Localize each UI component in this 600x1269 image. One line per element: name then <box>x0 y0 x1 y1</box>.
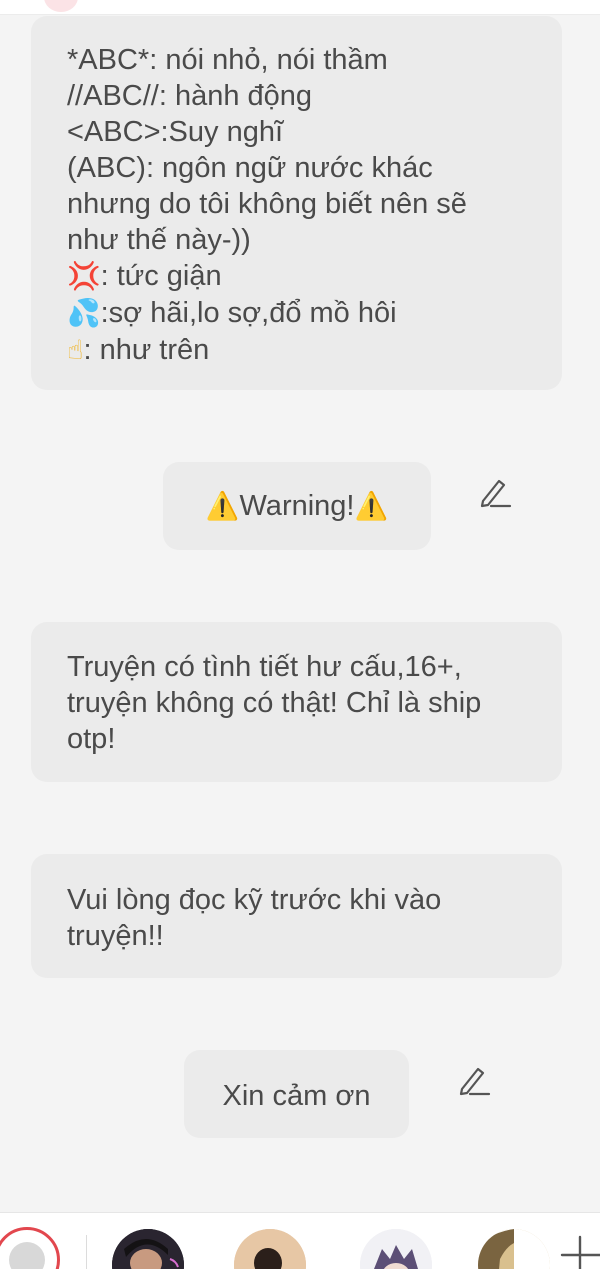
character-avatar[interactable] <box>234 1229 306 1269</box>
avatar-image <box>234 1229 306 1269</box>
pointing-up-icon: ☝ <box>67 335 84 366</box>
message-line: Truyện có tình tiết hư cấu,16+, <box>67 651 462 683</box>
character-bar <box>0 1212 600 1269</box>
message-bubble-legend: *ABC*: nói nhỏ, nói thầm //ABC//: hành đ… <box>31 16 562 390</box>
plus-icon[interactable] <box>560 1233 600 1269</box>
message-text: :sợ hãi,lo sợ,đổ mồ hôi <box>100 297 397 329</box>
message-line: như thế này-)) <box>67 224 251 256</box>
chat-icon <box>9 1242 45 1269</box>
message-line-sweat: 💦:sợ hãi,lo sợ,đổ mồ hôi <box>67 295 526 332</box>
message-line-pointing: ☝: như trên <box>67 332 526 369</box>
message-bubble-warning: ⚠️Warning!⚠️ <box>163 462 431 550</box>
message-line: *ABC*: nói nhỏ, nói thầm <box>67 44 388 76</box>
message-text: : như trên <box>83 334 210 366</box>
top-bar <box>0 0 600 15</box>
message-line: <ABC>:Suy nghĩ <box>67 116 284 148</box>
divider <box>86 1235 87 1269</box>
message-bubble-notice: Vui lòng đọc kỹ trước khi vào truyện!! <box>31 854 562 978</box>
warning-icon: ⚠️ <box>205 491 240 522</box>
message-bubble-disclaimer: Truyện có tình tiết hư cấu,16+, truyện k… <box>31 622 562 782</box>
message-line: //ABC//: hành động <box>67 80 313 112</box>
message-line: nhưng do tôi không biết nên sẽ <box>67 188 467 220</box>
message-line-anger: 💢: tức giận <box>67 258 526 295</box>
chat-button[interactable] <box>0 1227 60 1269</box>
avatar-image <box>112 1229 184 1269</box>
anger-icon: 💢 <box>67 261 101 292</box>
character-avatar[interactable] <box>360 1229 432 1269</box>
message-line: Vui lòng đọc kỹ trước khi vào <box>67 884 442 916</box>
character-avatar[interactable] <box>478 1229 550 1269</box>
message-bubble-thanks: Xin cảm ơn <box>184 1050 409 1138</box>
pencil-icon[interactable] <box>477 475 513 511</box>
message-line: (ABC): ngôn ngữ nước khác <box>67 152 433 184</box>
message-line: truyện!! <box>67 920 164 952</box>
pencil-icon[interactable] <box>456 1063 492 1099</box>
message-line: otp! <box>67 723 116 755</box>
message-text: Warning! <box>239 490 355 522</box>
sweat-droplets-icon: 💦 <box>67 298 101 329</box>
message-line: truyện không có thật! Chỉ là ship <box>67 687 482 719</box>
top-avatar[interactable] <box>44 0 78 12</box>
avatar-image <box>478 1229 550 1269</box>
message-text: Xin cảm ơn <box>222 1080 371 1112</box>
character-avatar[interactable] <box>112 1229 184 1269</box>
warning-icon: ⚠️ <box>354 491 389 522</box>
message-text: : tức giận <box>100 260 222 292</box>
avatar-image <box>360 1229 432 1269</box>
